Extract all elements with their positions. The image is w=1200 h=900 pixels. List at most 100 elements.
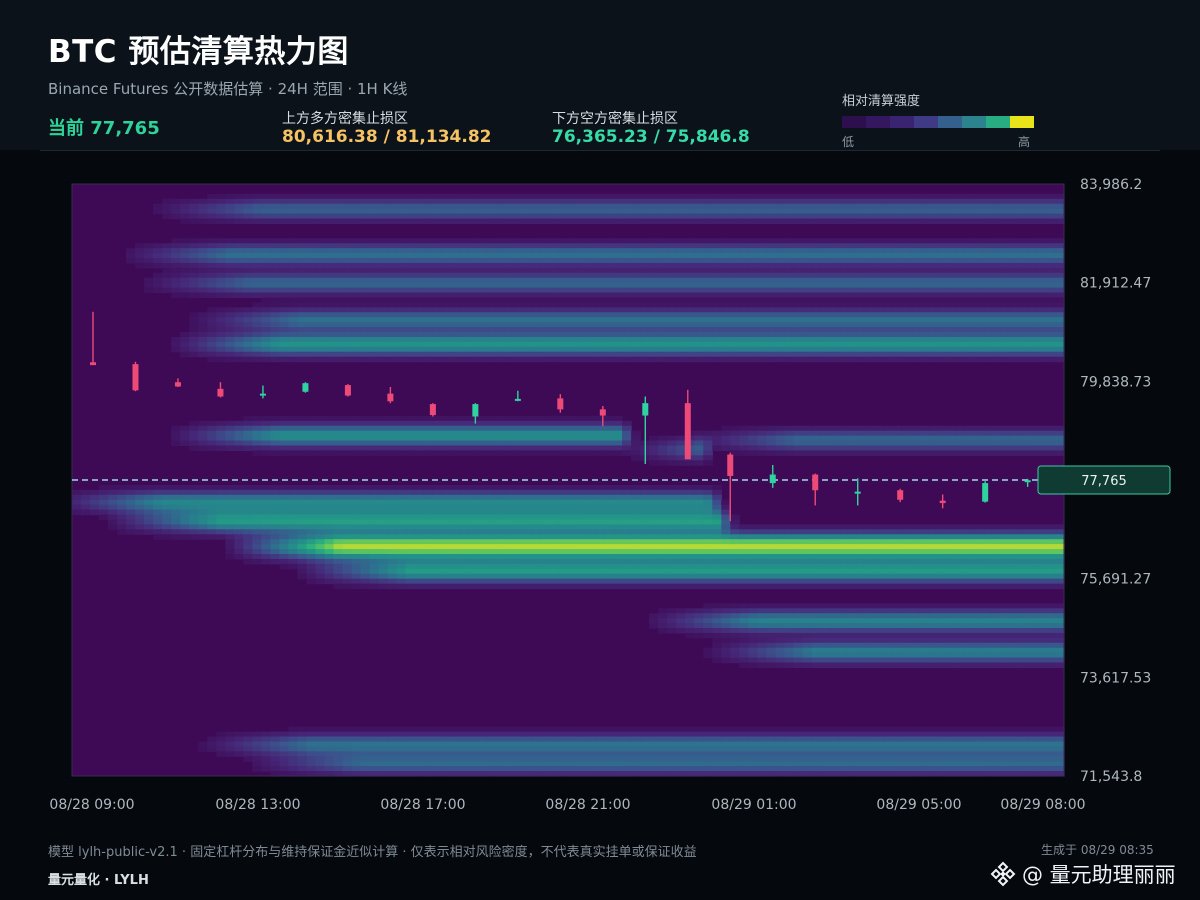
heatmap-cell	[504, 277, 515, 284]
heatmap-cell	[604, 445, 614, 451]
heatmap-cell	[171, 336, 181, 343]
heatmap-cell	[162, 213, 172, 220]
heatmap-cell	[468, 287, 479, 294]
heatmap-cell	[423, 573, 434, 580]
heatmap-cell	[441, 489, 452, 496]
heatmap-cell	[586, 193, 596, 200]
heatmap-cell	[595, 312, 605, 318]
heatmap-cell	[405, 484, 416, 491]
heatmap-cell	[441, 213, 452, 220]
heatmap-cell	[694, 741, 704, 747]
heatmap-cell	[171, 509, 181, 516]
heatmap-cell	[613, 336, 623, 343]
heatmap-cell	[315, 312, 326, 318]
heatmap-cell	[631, 440, 641, 447]
heatmap-cell	[234, 267, 244, 274]
heatmap-cell	[721, 761, 731, 767]
heatmap-cell	[757, 539, 767, 545]
heatmap-cell	[486, 504, 497, 511]
heatmap-cell	[531, 504, 542, 511]
heatmap-cell	[802, 243, 813, 249]
heatmap-cell	[739, 603, 749, 609]
heatmap-cell	[667, 277, 677, 284]
heatmap-cell	[477, 312, 488, 318]
heatmap-cell	[586, 243, 596, 249]
heatmap-cell	[658, 726, 668, 733]
heatmap-cell	[459, 756, 470, 762]
heatmap-cell	[640, 746, 650, 752]
heatmap-cell	[351, 544, 362, 550]
heatmap-cell	[288, 317, 299, 323]
heatmap-cell	[387, 761, 398, 767]
heatmap-cell	[730, 632, 740, 639]
heatmap-cell	[369, 253, 380, 259]
heatmap-cell	[270, 322, 281, 328]
heatmap-cell	[144, 277, 154, 284]
heatmap-cell	[721, 766, 731, 772]
heatmap-cell	[477, 430, 488, 437]
heatmap-cell	[414, 751, 425, 757]
heatmap-cell	[613, 341, 623, 348]
heatmap-cell	[721, 341, 731, 348]
heatmap-cell	[324, 494, 335, 501]
legend-swatch	[866, 116, 890, 128]
heatmap-cell	[306, 415, 317, 422]
heatmap-cell	[315, 430, 326, 437]
heatmap-cell	[333, 499, 344, 506]
heatmap-cell	[387, 208, 398, 215]
heatmap-cell	[595, 549, 605, 555]
heatmap-cell	[586, 534, 596, 540]
heatmap-cell	[604, 549, 614, 555]
heatmap-cell	[378, 267, 389, 274]
heatmap-cell	[522, 440, 533, 447]
heatmap-cell	[279, 415, 290, 422]
heatmap-cell	[694, 554, 704, 560]
heatmap-cell	[604, 430, 614, 437]
heatmap-cell	[333, 731, 344, 738]
heatmap-cell	[279, 445, 290, 451]
heatmap-cell	[315, 272, 326, 279]
heatmap-cell	[315, 218, 326, 225]
heatmap-cell	[261, 430, 271, 437]
heatmap-cell	[504, 731, 515, 738]
heatmap-cell	[513, 484, 524, 491]
heatmap-cell	[495, 430, 506, 437]
heatmap-cell	[387, 425, 398, 432]
heatmap-cell	[513, 766, 524, 772]
header-divider	[40, 150, 1160, 151]
heatmap-cell	[775, 332, 786, 338]
heatmap-cell	[450, 415, 461, 422]
heatmap-cell	[793, 549, 804, 555]
heatmap-cell	[189, 198, 199, 205]
heatmap-cell	[333, 450, 344, 456]
heatmap-cell	[306, 193, 317, 200]
heatmap-cell	[694, 203, 704, 210]
heatmap-cell	[324, 327, 335, 333]
heatmap-cell	[721, 509, 731, 516]
heatmap-cell	[450, 272, 461, 279]
heatmap-cell	[324, 430, 335, 437]
heatmap-cell	[180, 287, 190, 294]
heatmap-cell	[288, 494, 299, 501]
heatmap-cell	[766, 203, 777, 210]
heatmap-cell	[342, 287, 353, 294]
heatmap-cell	[504, 208, 515, 215]
heatmap-cell	[225, 203, 235, 210]
heatmap-cell	[225, 420, 235, 427]
heatmap-cell	[549, 193, 560, 200]
heatmap-cell	[522, 573, 533, 580]
heatmap-cell	[180, 218, 190, 225]
heatmap-cell	[694, 267, 704, 274]
heatmap-cell	[811, 272, 822, 279]
heatmap-cell	[685, 558, 695, 565]
heatmap-cell	[306, 736, 317, 743]
heatmap-cell	[757, 766, 767, 772]
heatmap-cell	[342, 578, 353, 585]
heatmap-cell	[252, 277, 262, 284]
heatmap-cell	[369, 218, 380, 225]
heatmap-cell	[712, 524, 722, 530]
heatmap-cell	[712, 253, 722, 259]
heatmap-cell	[685, 583, 695, 590]
heatmap-cell	[622, 430, 632, 437]
heatmap-cell	[468, 549, 479, 555]
